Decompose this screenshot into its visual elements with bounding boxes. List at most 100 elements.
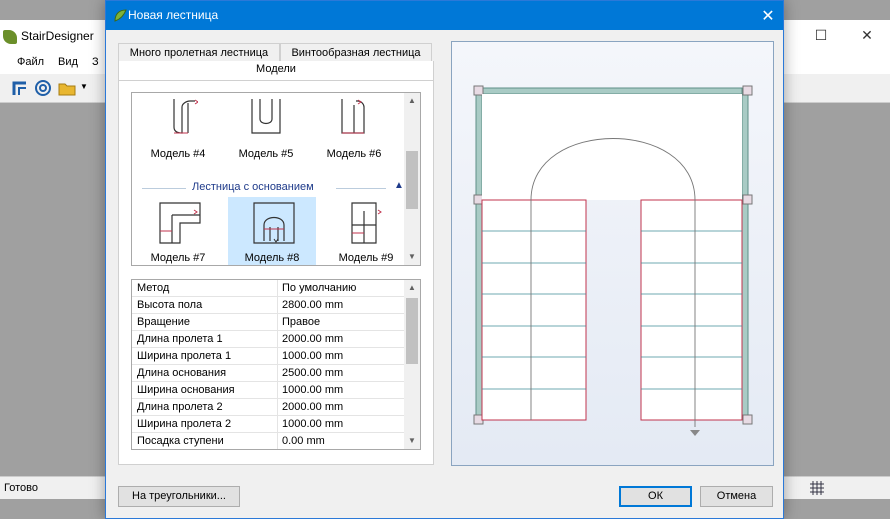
dialog-titlebar: Новая лестница ✕ <box>106 1 783 30</box>
model-9-label: Модель #9 <box>338 252 394 264</box>
property-value[interactable]: 1000.00 mm <box>282 350 343 362</box>
node[interactable] <box>742 85 753 96</box>
property-key: Высота пола <box>137 299 203 311</box>
model-7-tile[interactable]: Модель #7 <box>134 197 222 265</box>
model-8-label: Модель #8 <box>244 252 300 264</box>
open-folder-icon[interactable] <box>58 79 76 97</box>
property-row[interactable]: Высота пола 2800.00 mm <box>132 297 405 314</box>
collapse-chevron-icon[interactable]: ▲ <box>394 180 404 191</box>
scroll-down-icon[interactable]: ▼ <box>404 249 420 265</box>
subtab-models[interactable]: Модели <box>118 61 434 81</box>
property-row[interactable]: Длина пролета 1 2000.00 mm <box>132 331 405 348</box>
dialog-close-button[interactable]: ✕ <box>753 1 783 30</box>
bg-app-title: StairDesigner <box>21 29 94 43</box>
subtab-models-label: Модели <box>256 63 296 75</box>
flight-left <box>481 199 587 421</box>
triangles-button[interactable]: На треугольники... <box>118 486 240 507</box>
bg-close-button[interactable]: ✕ <box>844 20 890 50</box>
gallery-scroll-thumb[interactable] <box>406 151 418 209</box>
property-row[interactable]: Посадка ступени 0.00 mm <box>132 433 405 449</box>
dropdown-arrow-icon[interactable]: ▼ <box>80 82 88 91</box>
model-9-tile[interactable]: Модель #9 <box>322 197 410 265</box>
new-stair-dialog: Новая лестница ✕ Много пролетная лестниц… <box>105 0 784 519</box>
property-key: Посадка ступени <box>137 435 224 447</box>
property-value[interactable]: 2500.00 mm <box>282 367 343 379</box>
dialog-title: Новая лестница <box>128 8 219 22</box>
property-divider <box>277 280 278 297</box>
property-value[interactable]: 1000.00 mm <box>282 384 343 396</box>
wall-top <box>475 87 749 95</box>
menu-view[interactable]: Вид <box>58 56 78 68</box>
property-value[interactable]: 1000.00 mm <box>282 418 343 430</box>
property-value[interactable]: Правое <box>282 316 320 328</box>
scroll-up-icon[interactable]: ▲ <box>404 93 420 109</box>
spiral-tool-icon[interactable] <box>34 79 52 97</box>
tab-spiral[interactable]: Винтообразная лестница <box>280 43 432 62</box>
property-divider <box>277 382 278 399</box>
model-5-label: Модель #5 <box>238 148 294 160</box>
node[interactable] <box>742 414 753 425</box>
landing <box>482 94 742 200</box>
props-scroll-down-icon[interactable]: ▼ <box>404 433 420 449</box>
property-divider <box>277 416 278 433</box>
property-row[interactable]: Ширина пролета 1 1000.00 mm <box>132 348 405 365</box>
props-scroll-thumb[interactable] <box>406 298 418 364</box>
app-logo-icon <box>114 9 127 22</box>
props-scroll-up-icon[interactable]: ▲ <box>404 280 420 296</box>
model-gallery: Модель #4 Модель #5 Модель #6 Лестница с… <box>131 92 421 266</box>
stair-tool-icon[interactable] <box>11 79 29 97</box>
model-9-thumbnail <box>351 202 382 244</box>
property-value[interactable]: 2000.00 mm <box>282 401 343 413</box>
property-value[interactable]: По умолчанию <box>282 282 356 294</box>
menu-file[interactable]: Файл <box>17 56 44 68</box>
property-row[interactable]: Ширина основания 1000.00 mm <box>132 382 405 399</box>
property-key: Длина пролета 2 <box>137 401 223 413</box>
property-key: Ширина пролета 1 <box>137 350 232 362</box>
props-scrollbar[interactable]: ▲ ▼ <box>404 280 420 449</box>
group-title: Лестница с основанием <box>192 181 314 193</box>
group-header-base[interactable]: Лестница с основанием ▲ <box>140 180 404 195</box>
wall-right <box>741 87 749 421</box>
property-divider <box>277 433 278 449</box>
ok-button[interactable]: ОК <box>619 486 692 507</box>
model-7-thumbnail <box>159 202 201 244</box>
group-line-left <box>142 188 186 189</box>
model-7-label: Модель #7 <box>150 252 206 264</box>
wall-left <box>475 87 483 421</box>
model-8-thumbnail <box>253 202 295 244</box>
property-value[interactable]: 0.00 mm <box>282 435 325 447</box>
model-6-tile[interactable]: Модель #6 <box>310 93 398 163</box>
gallery-scrollbar[interactable]: ▲ ▼ <box>404 93 420 265</box>
bg-maximize-button[interactable]: ☐ <box>798 20 844 50</box>
model-5-thumbnail <box>251 99 281 134</box>
status-text: Готово <box>4 482 38 494</box>
property-key: Длина основания <box>137 367 227 379</box>
property-row[interactable]: Метод По умолчанию <box>132 280 405 297</box>
cancel-button[interactable]: Отмена <box>700 486 773 507</box>
tab-multi-flight[interactable]: Много пролетная лестница <box>118 43 280 62</box>
property-divider <box>277 365 278 382</box>
property-row[interactable]: Ширина пролета 2 1000.00 mm <box>132 416 405 433</box>
property-value[interactable]: 2800.00 mm <box>282 299 343 311</box>
stair-preview <box>451 41 774 466</box>
grid-icon[interactable] <box>810 481 824 495</box>
app-logo-icon <box>3 30 17 44</box>
model-5-tile[interactable]: Модель #5 <box>222 93 310 163</box>
property-row[interactable]: Длина основания 2500.00 mm <box>132 365 405 382</box>
property-key: Ширина основания <box>137 384 235 396</box>
model-8-tile[interactable]: Модель #8 <box>228 197 316 265</box>
property-row[interactable]: Вращение Правое <box>132 314 405 331</box>
direction-arrow-icon <box>690 430 700 436</box>
model-4-tile[interactable]: Модель #4 <box>134 93 222 163</box>
menu-third[interactable]: З <box>92 56 99 68</box>
property-divider <box>277 297 278 314</box>
property-grid: Метод По умолчанию Высота пола 2800.00 mm Вр… <box>131 279 421 450</box>
node[interactable] <box>742 194 753 205</box>
model-4-label: Модель #4 <box>150 148 206 160</box>
property-key: Вращение <box>137 316 190 328</box>
node[interactable] <box>473 85 484 96</box>
property-divider <box>277 348 278 365</box>
property-value[interactable]: 2000.00 mm <box>282 333 343 345</box>
property-row[interactable]: Длина пролета 2 2000.00 mm <box>132 399 405 416</box>
model-6-label: Модель #6 <box>326 148 382 160</box>
